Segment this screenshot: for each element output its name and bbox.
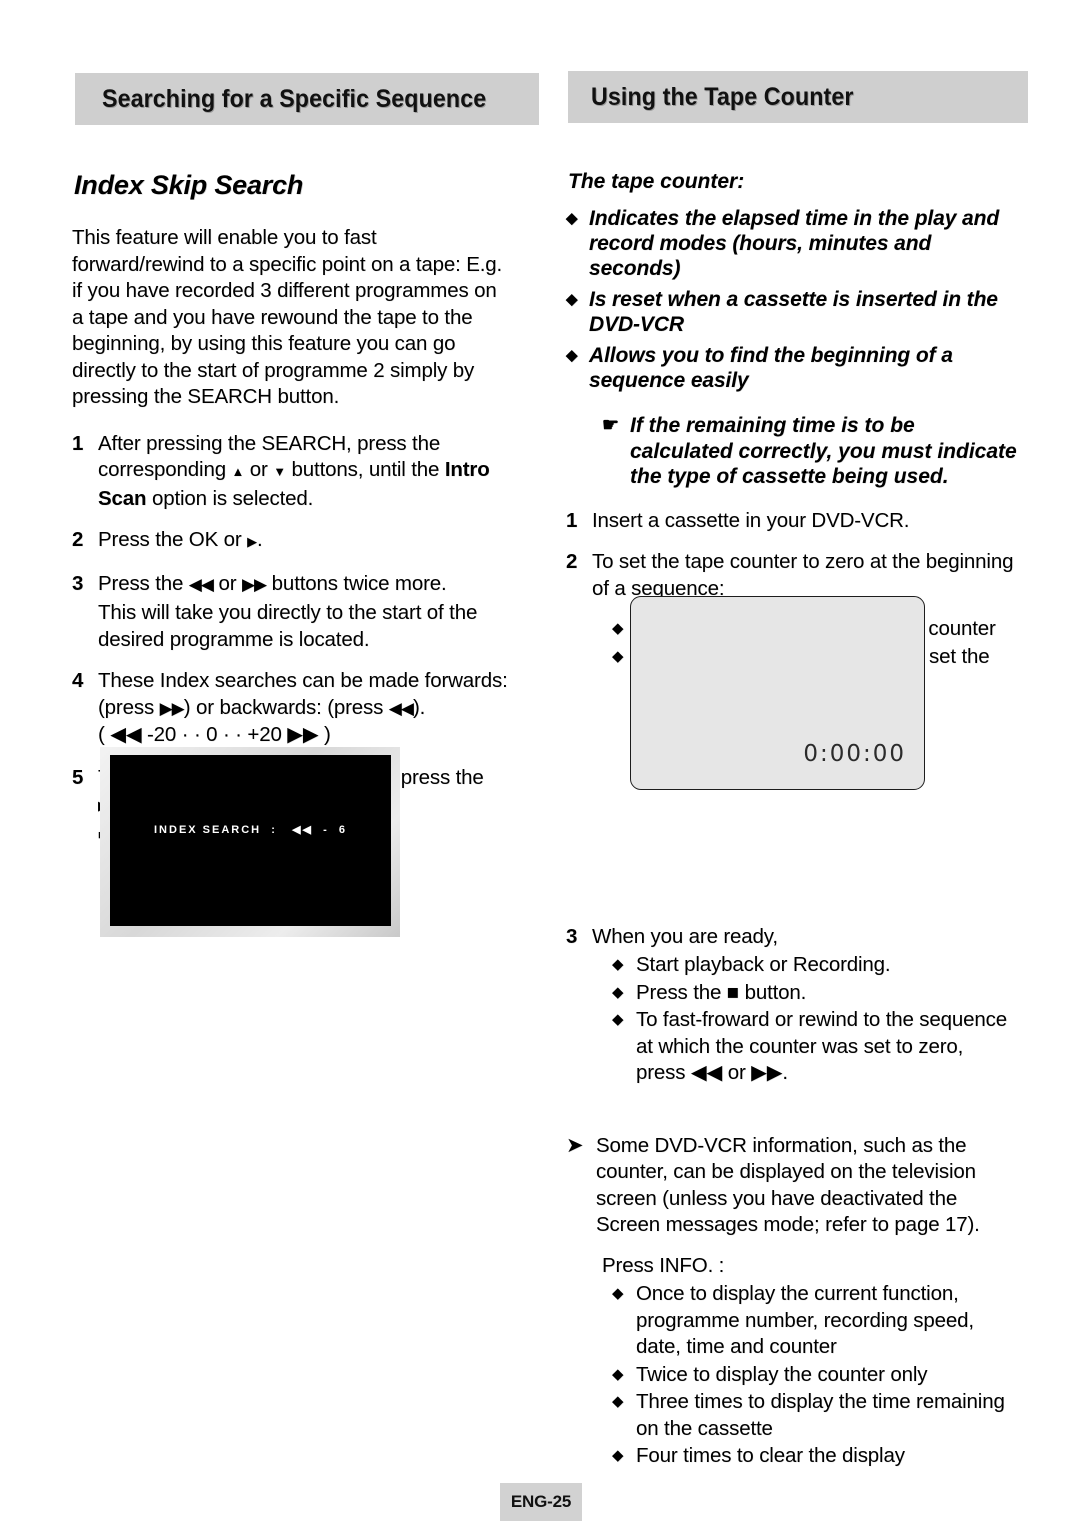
section-header-right: Using the Tape Counter <box>568 71 1028 123</box>
page-number-badge: ENG-25 <box>500 1483 582 1521</box>
step-4-line2-pre: (press <box>98 695 160 719</box>
feature-bullet: ◆ Indicates the elapsed time in the play… <box>566 206 1018 281</box>
pointing-hand-icon: ☛ <box>602 415 620 436</box>
step-3-mid: or <box>212 571 242 595</box>
diamond-bullet-icon: ◆ <box>566 347 578 364</box>
fast-forward-icon: ▶▶ <box>241 574 267 594</box>
info-bullet: ◆ Three times to display the time remain… <box>612 1389 1018 1442</box>
step-3-continuation: This will take you directly to the start… <box>98 601 478 651</box>
play-icon: ▶ <box>247 534 257 549</box>
step-number: 5 <box>72 765 84 789</box>
tv-screen-figure: INDEX SEARCH : ◀◀ - 6 <box>100 747 400 937</box>
step-text: Insert a cassette in your DVD-VCR. <box>592 508 910 532</box>
diamond-bullet-icon: ◆ <box>612 1285 624 1302</box>
right-column: The tape counter: ◆ Indicates the elapse… <box>566 170 1018 1471</box>
feature-bullet-label: Indicates the elapsed time in the play a… <box>589 207 1000 280</box>
diamond-bullet-icon: ◆ <box>612 1011 624 1028</box>
step-3: 3 Press the ◀◀ or ▶▶ buttons twice more. <box>72 571 512 599</box>
counter-step-3-bullet: ◆ Press the ■ button. <box>612 980 1018 1007</box>
down-arrow-icon: ▼ <box>273 464 286 479</box>
step-4-index-scale: ( ◀◀ -20 · · 0 · · +20 ▶▶ ) <box>98 723 331 746</box>
press-info-heading: Press INFO. : <box>602 1253 725 1277</box>
fast-forward-icon: ▶▶ <box>159 698 185 718</box>
step-number: 2 <box>566 550 578 573</box>
bullet-label: Three times to display the time remainin… <box>636 1390 1005 1440</box>
diamond-bullet-icon: ◆ <box>566 291 578 308</box>
bullet-label: To fast-froward or rewind to the sequenc… <box>636 1008 1008 1084</box>
step-2-part1: Press the OK or <box>98 528 248 551</box>
step-text: Press the OK or ▶. <box>98 527 512 556</box>
osd-index-search-text: INDEX SEARCH : ◀◀ - 6 <box>154 824 347 836</box>
diamond-bullet-icon: ◆ <box>612 1365 624 1383</box>
step-3-part1: Press the <box>98 571 189 595</box>
rewind-icon: ◀◀ <box>188 574 214 594</box>
section-title-left: Searching for a Specific Sequence <box>102 84 487 113</box>
section-title-right: Using the Tape Counter <box>591 82 854 111</box>
counter-step-3-bullet: ◆ To fast-froward or rewind to the seque… <box>612 1007 1018 1087</box>
step-number: 3 <box>566 924 578 948</box>
info-bullet: ◆ Twice to display the counter only <box>612 1362 1018 1389</box>
step-4-line1: These Index searches can be made forward… <box>98 669 508 692</box>
step-1-part2: buttons, until the <box>285 458 445 481</box>
counter-value: 0:00:00 <box>803 741 906 767</box>
step-3-part2: buttons twice more. <box>266 571 447 595</box>
bullet-label: Four times to clear the display <box>636 1444 905 1467</box>
step-text: These Index searches can be made forward… <box>98 668 512 749</box>
tv-screen: INDEX SEARCH : ◀◀ - 6 <box>110 755 391 926</box>
hand-note: ☛ If the remaining time is to be calcula… <box>602 413 1018 490</box>
step-1-mid: or <box>244 458 274 481</box>
counter-step-3: 3 When you are ready, <box>566 924 1018 951</box>
step-2-part2: . <box>257 528 263 551</box>
diamond-bullet-icon: ◆ <box>612 1393 624 1410</box>
bullet-label: Press the ■ button. <box>636 980 807 1004</box>
step-number: 1 <box>566 508 578 532</box>
counter-step-1: 1 Insert a cassette in your DVD-VCR. <box>566 508 1018 535</box>
screen-message-note: ➤ Some DVD-VCR information, such as the … <box>566 1133 1018 1239</box>
step-number: 4 <box>72 669 84 692</box>
bullet-label: Start playback or Recording. <box>636 953 891 976</box>
section-header-left: Searching for a Specific Sequence <box>75 73 539 125</box>
step-number: 3 <box>72 571 84 595</box>
tape-counter-heading: The tape counter: <box>568 170 745 193</box>
rewind-icon: ◀◀ <box>388 698 414 718</box>
step-4: 4 These Index searches can be made forwa… <box>72 668 512 749</box>
counter-step-3-bullet: ◆ Start playback or Recording. <box>612 952 1018 979</box>
up-arrow-icon: ▲ <box>231 464 245 479</box>
feature-bullet: ◆ Allows you to find the beginning of a … <box>566 343 1018 393</box>
step-number: 1 <box>72 431 84 455</box>
tape-counter-display: 0:00:00 <box>630 596 925 790</box>
info-bullet: ◆ Once to display the current function, … <box>612 1281 1018 1361</box>
counter-step-2: 2 To set the tape counter to zero at the… <box>566 549 1018 602</box>
diamond-bullet-icon: ◆ <box>566 210 578 227</box>
step-text: To set the tape counter to zero at the b… <box>592 550 1014 600</box>
manual-page: Searching for a Specific Sequence Using … <box>0 0 1080 1533</box>
step-text: When you are ready, <box>592 924 778 948</box>
info-bullet: ◆ Four times to clear the display <box>612 1443 1018 1470</box>
step-text: Press the ◀◀ or ▶▶ buttons twice more. <box>98 571 512 599</box>
step-1-part3: option is selected. <box>146 486 314 510</box>
hand-note-label: If the remaining time is to be calculate… <box>630 414 1017 488</box>
bullet-label: Twice to display the counter only <box>636 1362 928 1386</box>
feature-bullet: ◆ Is reset when a cassette is inserted i… <box>566 287 1018 337</box>
step-1: 1 After pressing the SEARCH, press the c… <box>72 431 512 513</box>
intro-paragraph: This feature will enable you to fast for… <box>72 226 503 408</box>
feature-bullet-label: Allows you to find the beginning of a se… <box>589 344 953 392</box>
step-text: After pressing the SEARCH, press the cor… <box>98 431 512 513</box>
bullet-label: Once to display the current function, pr… <box>636 1282 974 1358</box>
diamond-bullet-icon: ◆ <box>612 1447 624 1464</box>
sub-heading-index-skip-search: Index Skip Search <box>74 170 304 200</box>
screen-message-note-label: Some DVD-VCR information, such as the co… <box>596 1133 980 1237</box>
diamond-bullet-icon: ◆ <box>612 956 624 973</box>
arrow-bullet-icon: ➤ <box>566 1133 584 1157</box>
step-4-line2-post: ). <box>412 695 426 719</box>
step-number: 2 <box>72 528 84 551</box>
step-2: 2 Press the OK or ▶. <box>72 527 512 556</box>
diamond-bullet-icon: ◆ <box>612 983 624 1001</box>
step-4-line2-mid: ) or backwards: (press <box>183 695 389 719</box>
feature-bullet-label: Is reset when a cassette is inserted in … <box>589 288 998 336</box>
